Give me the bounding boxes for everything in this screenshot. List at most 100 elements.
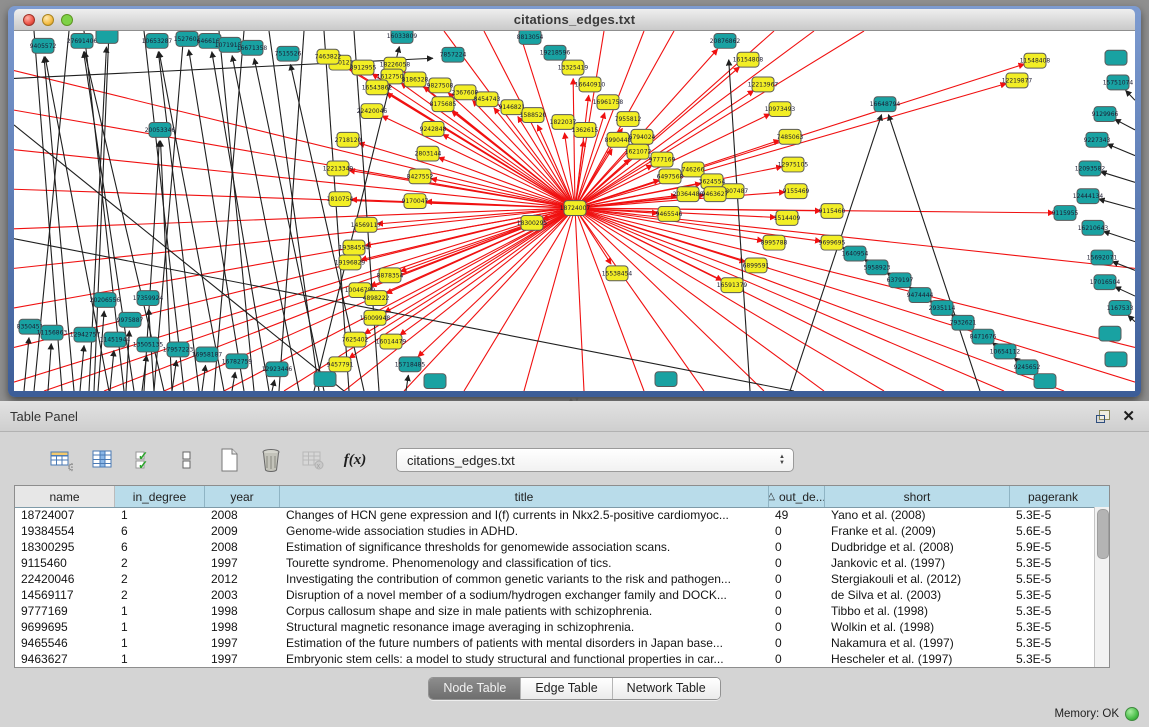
cell-out_degree[interactable]: 0 xyxy=(769,636,825,650)
graph-edge[interactable] xyxy=(110,350,114,391)
graph-node[interactable]: 9129966 xyxy=(1092,107,1119,122)
graph-node[interactable]: 8454743 xyxy=(474,92,501,107)
graph-node[interactable]: 16671358 xyxy=(237,40,268,55)
graph-node[interactable]: 2718120 xyxy=(335,132,362,147)
cell-year[interactable]: 1998 xyxy=(205,604,280,618)
graph-edge[interactable] xyxy=(464,208,575,391)
cell-title[interactable]: Disruption of a novel member of a sodium… xyxy=(280,588,769,602)
graph-node[interactable]: 12213349 xyxy=(323,161,354,176)
graph-node[interactable]: 11548408 xyxy=(1020,53,1051,68)
graph-node[interactable]: 8878354 xyxy=(377,268,404,283)
graph-node[interactable]: 16154808 xyxy=(733,52,764,67)
show-columns-button[interactable] xyxy=(90,447,116,473)
graph-node[interactable]: 9465546 xyxy=(656,207,683,222)
graph-node[interactable]: 20053346 xyxy=(145,122,176,137)
graph-node[interactable]: 8813054 xyxy=(517,31,544,44)
graph-node[interactable]: 2803144 xyxy=(415,146,442,161)
cell-pagerank[interactable]: 5.3E-5 xyxy=(1010,508,1094,522)
cell-out_degree[interactable]: 0 xyxy=(769,652,825,666)
cell-short[interactable]: Wolkin et al. (1998) xyxy=(825,620,1010,634)
table-row[interactable]: 946554611997Estimation of the future num… xyxy=(15,635,1094,651)
graph-edge[interactable] xyxy=(24,338,29,391)
graph-node[interactable]: 8186328 xyxy=(402,72,429,87)
graph-node[interactable]: 9457791 xyxy=(327,357,354,372)
cell-name[interactable]: 18724007 xyxy=(15,508,115,522)
select-visible-columns-button[interactable]: ✓✓ xyxy=(132,447,158,473)
graph-edge[interactable] xyxy=(575,208,722,280)
graph-node[interactable] xyxy=(1105,50,1127,65)
graph-node[interactable]: 17359924 xyxy=(133,291,164,306)
graph-edge[interactable] xyxy=(406,375,408,391)
cell-year[interactable]: 1997 xyxy=(205,636,280,650)
graph-node[interactable]: 12975105 xyxy=(778,157,809,172)
graph-node[interactable]: 16640910 xyxy=(575,77,606,92)
graph-node[interactable]: 18724007 xyxy=(560,201,591,216)
graph-node[interactable]: 6899591 xyxy=(743,258,770,273)
cell-in_degree[interactable]: 2 xyxy=(115,588,205,602)
graph-node[interactable] xyxy=(424,374,446,389)
table-row[interactable]: 946362711997Embryonic stem cells: a mode… xyxy=(15,651,1094,667)
cell-short[interactable]: Dudbridge et al. (2008) xyxy=(825,540,1010,554)
cell-name[interactable]: 9463627 xyxy=(15,652,115,666)
cell-pagerank[interactable]: 5.3E-5 xyxy=(1010,636,1094,650)
delete-table-button[interactable] xyxy=(258,447,284,473)
cell-name[interactable]: 18300295 xyxy=(15,540,115,554)
graph-node[interactable]: 9227343 xyxy=(1084,132,1111,147)
cell-title[interactable]: Estimation of significance thresholds fo… xyxy=(280,540,769,554)
cell-name[interactable]: 22420046 xyxy=(15,572,115,586)
cell-year[interactable]: 2003 xyxy=(205,588,280,602)
graph-node[interactable]: 16543862 xyxy=(362,80,393,95)
graph-node[interactable]: 2935114 xyxy=(929,301,956,316)
graph-node[interactable]: 12444134 xyxy=(1073,189,1104,204)
graph-edge[interactable] xyxy=(98,311,104,391)
graph-node[interactable]: 1810754 xyxy=(327,192,354,207)
cell-pagerank[interactable]: 5.3E-5 xyxy=(1010,620,1094,634)
cell-title[interactable]: Changes of HCN gene expression and I(f) … xyxy=(280,508,769,522)
graph-edge[interactable] xyxy=(1128,315,1135,321)
graph-node[interactable]: 16014479 xyxy=(376,334,407,349)
graph-node[interactable]: 16958187 xyxy=(192,347,223,362)
graph-node[interactable]: 16033809 xyxy=(387,31,418,43)
graph-edge[interactable] xyxy=(48,344,51,391)
cell-year[interactable]: 2012 xyxy=(205,572,280,586)
cell-pagerank[interactable]: 5.5E-5 xyxy=(1010,572,1094,586)
table-row[interactable]: 911546021997Tourette syndrome. Phenomeno… xyxy=(15,555,1094,571)
graph-node[interactable]: 10654112 xyxy=(990,344,1021,359)
graph-edge[interactable] xyxy=(575,208,824,391)
cell-title[interactable]: Embryonic stem cells: a model to study s… xyxy=(280,652,769,666)
graph-node[interactable]: 9405572 xyxy=(30,38,57,53)
cell-pagerank[interactable]: 5.3E-5 xyxy=(1010,556,1094,570)
graph-node[interactable]: 9115955 xyxy=(1052,206,1079,221)
cell-pagerank[interactable]: 5.6E-5 xyxy=(1010,524,1094,538)
cell-in_degree[interactable]: 6 xyxy=(115,540,205,554)
window-titlebar[interactable]: citations_edges.txt xyxy=(14,9,1135,31)
graph-edge[interactable] xyxy=(400,208,575,335)
graph-edge[interactable] xyxy=(1126,90,1135,100)
cell-year[interactable]: 1997 xyxy=(205,556,280,570)
table-row[interactable]: 969969511998Structural magnetic resonanc… xyxy=(15,619,1094,635)
graph-node[interactable]: 746266 xyxy=(682,162,705,177)
close-panel-icon[interactable]: ✕ xyxy=(1122,409,1135,424)
graph-node[interactable] xyxy=(1099,326,1121,341)
cell-year[interactable]: 2008 xyxy=(205,508,280,522)
graph-node[interactable]: 1588520 xyxy=(520,108,547,123)
cell-in_degree[interactable]: 6 xyxy=(115,524,205,538)
graph-edge[interactable] xyxy=(575,208,644,391)
graph-node[interactable]: 19196829 xyxy=(335,255,366,270)
cell-year[interactable]: 2008 xyxy=(205,540,280,554)
graph-edge[interactable] xyxy=(272,380,275,391)
graph-node[interactable]: 15538454 xyxy=(602,266,633,281)
graph-node[interactable]: 10973493 xyxy=(765,102,796,117)
cell-out_degree[interactable]: 0 xyxy=(769,524,825,538)
graph-edge[interactable] xyxy=(202,365,206,391)
graph-node[interactable]: 1640954 xyxy=(842,246,869,261)
graph-node[interactable]: 20206556 xyxy=(90,293,121,308)
graph-node[interactable] xyxy=(1105,352,1127,367)
graph-node[interactable]: 19384554 xyxy=(339,240,370,255)
table-vertical-scrollbar[interactable] xyxy=(1094,507,1109,667)
cell-in_degree[interactable]: 1 xyxy=(115,636,205,650)
tab-node-table[interactable]: Node Table xyxy=(429,678,521,699)
graph-node[interactable]: 20364486 xyxy=(673,187,704,202)
float-panel-icon[interactable] xyxy=(1096,410,1110,423)
cell-out_degree[interactable]: 0 xyxy=(769,604,825,618)
